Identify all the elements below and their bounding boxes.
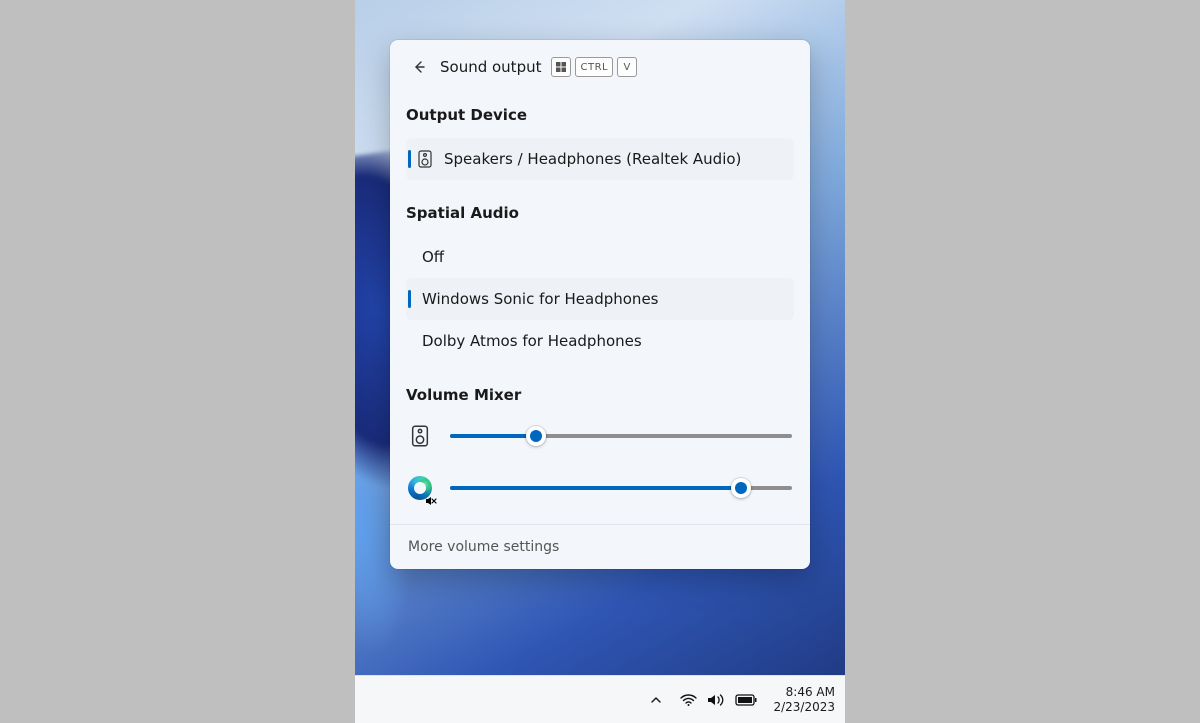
desktop: Sound output CTRL V Output Device Speake… [355, 0, 845, 723]
volume-slider-system[interactable] [450, 434, 792, 438]
slider-thumb[interactable] [526, 426, 546, 446]
taskbar-clock[interactable]: 8:46 AM 2/23/2023 [767, 685, 845, 715]
volume-mixer-heading: Volume Mixer [406, 386, 794, 404]
shortcut-hint: CTRL V [551, 57, 637, 77]
flyout-body: Output Device Speakers / Headphones (Rea… [390, 90, 810, 524]
edge-icon[interactable] [408, 476, 432, 500]
output-device-heading: Output Device [406, 106, 794, 124]
volume-mixer [406, 418, 794, 504]
battery-icon [735, 694, 757, 706]
flyout-header: Sound output CTRL V [390, 40, 810, 90]
taskbar: 8:46 AM 2/23/2023 [355, 675, 845, 723]
mixer-row-system [408, 424, 792, 448]
kbd-ctrl: CTRL [575, 57, 613, 77]
spatial-option-dolby-atmos[interactable]: Dolby Atmos for Headphones [406, 320, 794, 362]
spatial-option-label: Off [422, 248, 444, 266]
slider-fill [450, 486, 741, 490]
output-device-label: Speakers / Headphones (Realtek Audio) [444, 150, 741, 168]
more-volume-settings-link[interactable]: More volume settings [390, 524, 810, 569]
chevron-up-icon [650, 694, 662, 706]
taskbar-time: 8:46 AM [773, 685, 835, 700]
quick-settings-button[interactable] [670, 680, 767, 720]
system-tray: 8:46 AM 2/23/2023 [642, 680, 845, 720]
spatial-audio-heading: Spatial Audio [406, 204, 794, 222]
spatial-option-off[interactable]: Off [406, 236, 794, 278]
flyout-title: Sound output [440, 58, 541, 76]
muted-icon [425, 495, 437, 507]
back-button[interactable] [406, 54, 432, 80]
tray-overflow-button[interactable] [642, 680, 670, 720]
mixer-row-edge [408, 476, 792, 500]
wifi-icon [680, 693, 697, 707]
spatial-option-windows-sonic[interactable]: Windows Sonic for Headphones [406, 278, 794, 320]
volume-icon [707, 693, 725, 707]
windows-logo-icon [556, 62, 566, 72]
speaker-device-icon [416, 150, 434, 168]
kbd-win [551, 57, 571, 77]
slider-thumb[interactable] [731, 478, 751, 498]
sound-output-flyout: Sound output CTRL V Output Device Speake… [390, 40, 810, 569]
taskbar-date: 2/23/2023 [773, 700, 835, 715]
output-device-list: Speakers / Headphones (Realtek Audio) [406, 138, 794, 180]
volume-slider-edge[interactable] [450, 486, 792, 490]
spatial-option-label: Dolby Atmos for Headphones [422, 332, 642, 350]
speaker-icon[interactable] [408, 424, 432, 448]
kbd-v: V [617, 57, 637, 77]
output-device-option[interactable]: Speakers / Headphones (Realtek Audio) [406, 138, 794, 180]
arrow-left-icon [411, 59, 427, 75]
slider-fill [450, 434, 536, 438]
spatial-option-label: Windows Sonic for Headphones [422, 290, 658, 308]
spatial-audio-list: Off Windows Sonic for Headphones Dolby A… [406, 236, 794, 362]
